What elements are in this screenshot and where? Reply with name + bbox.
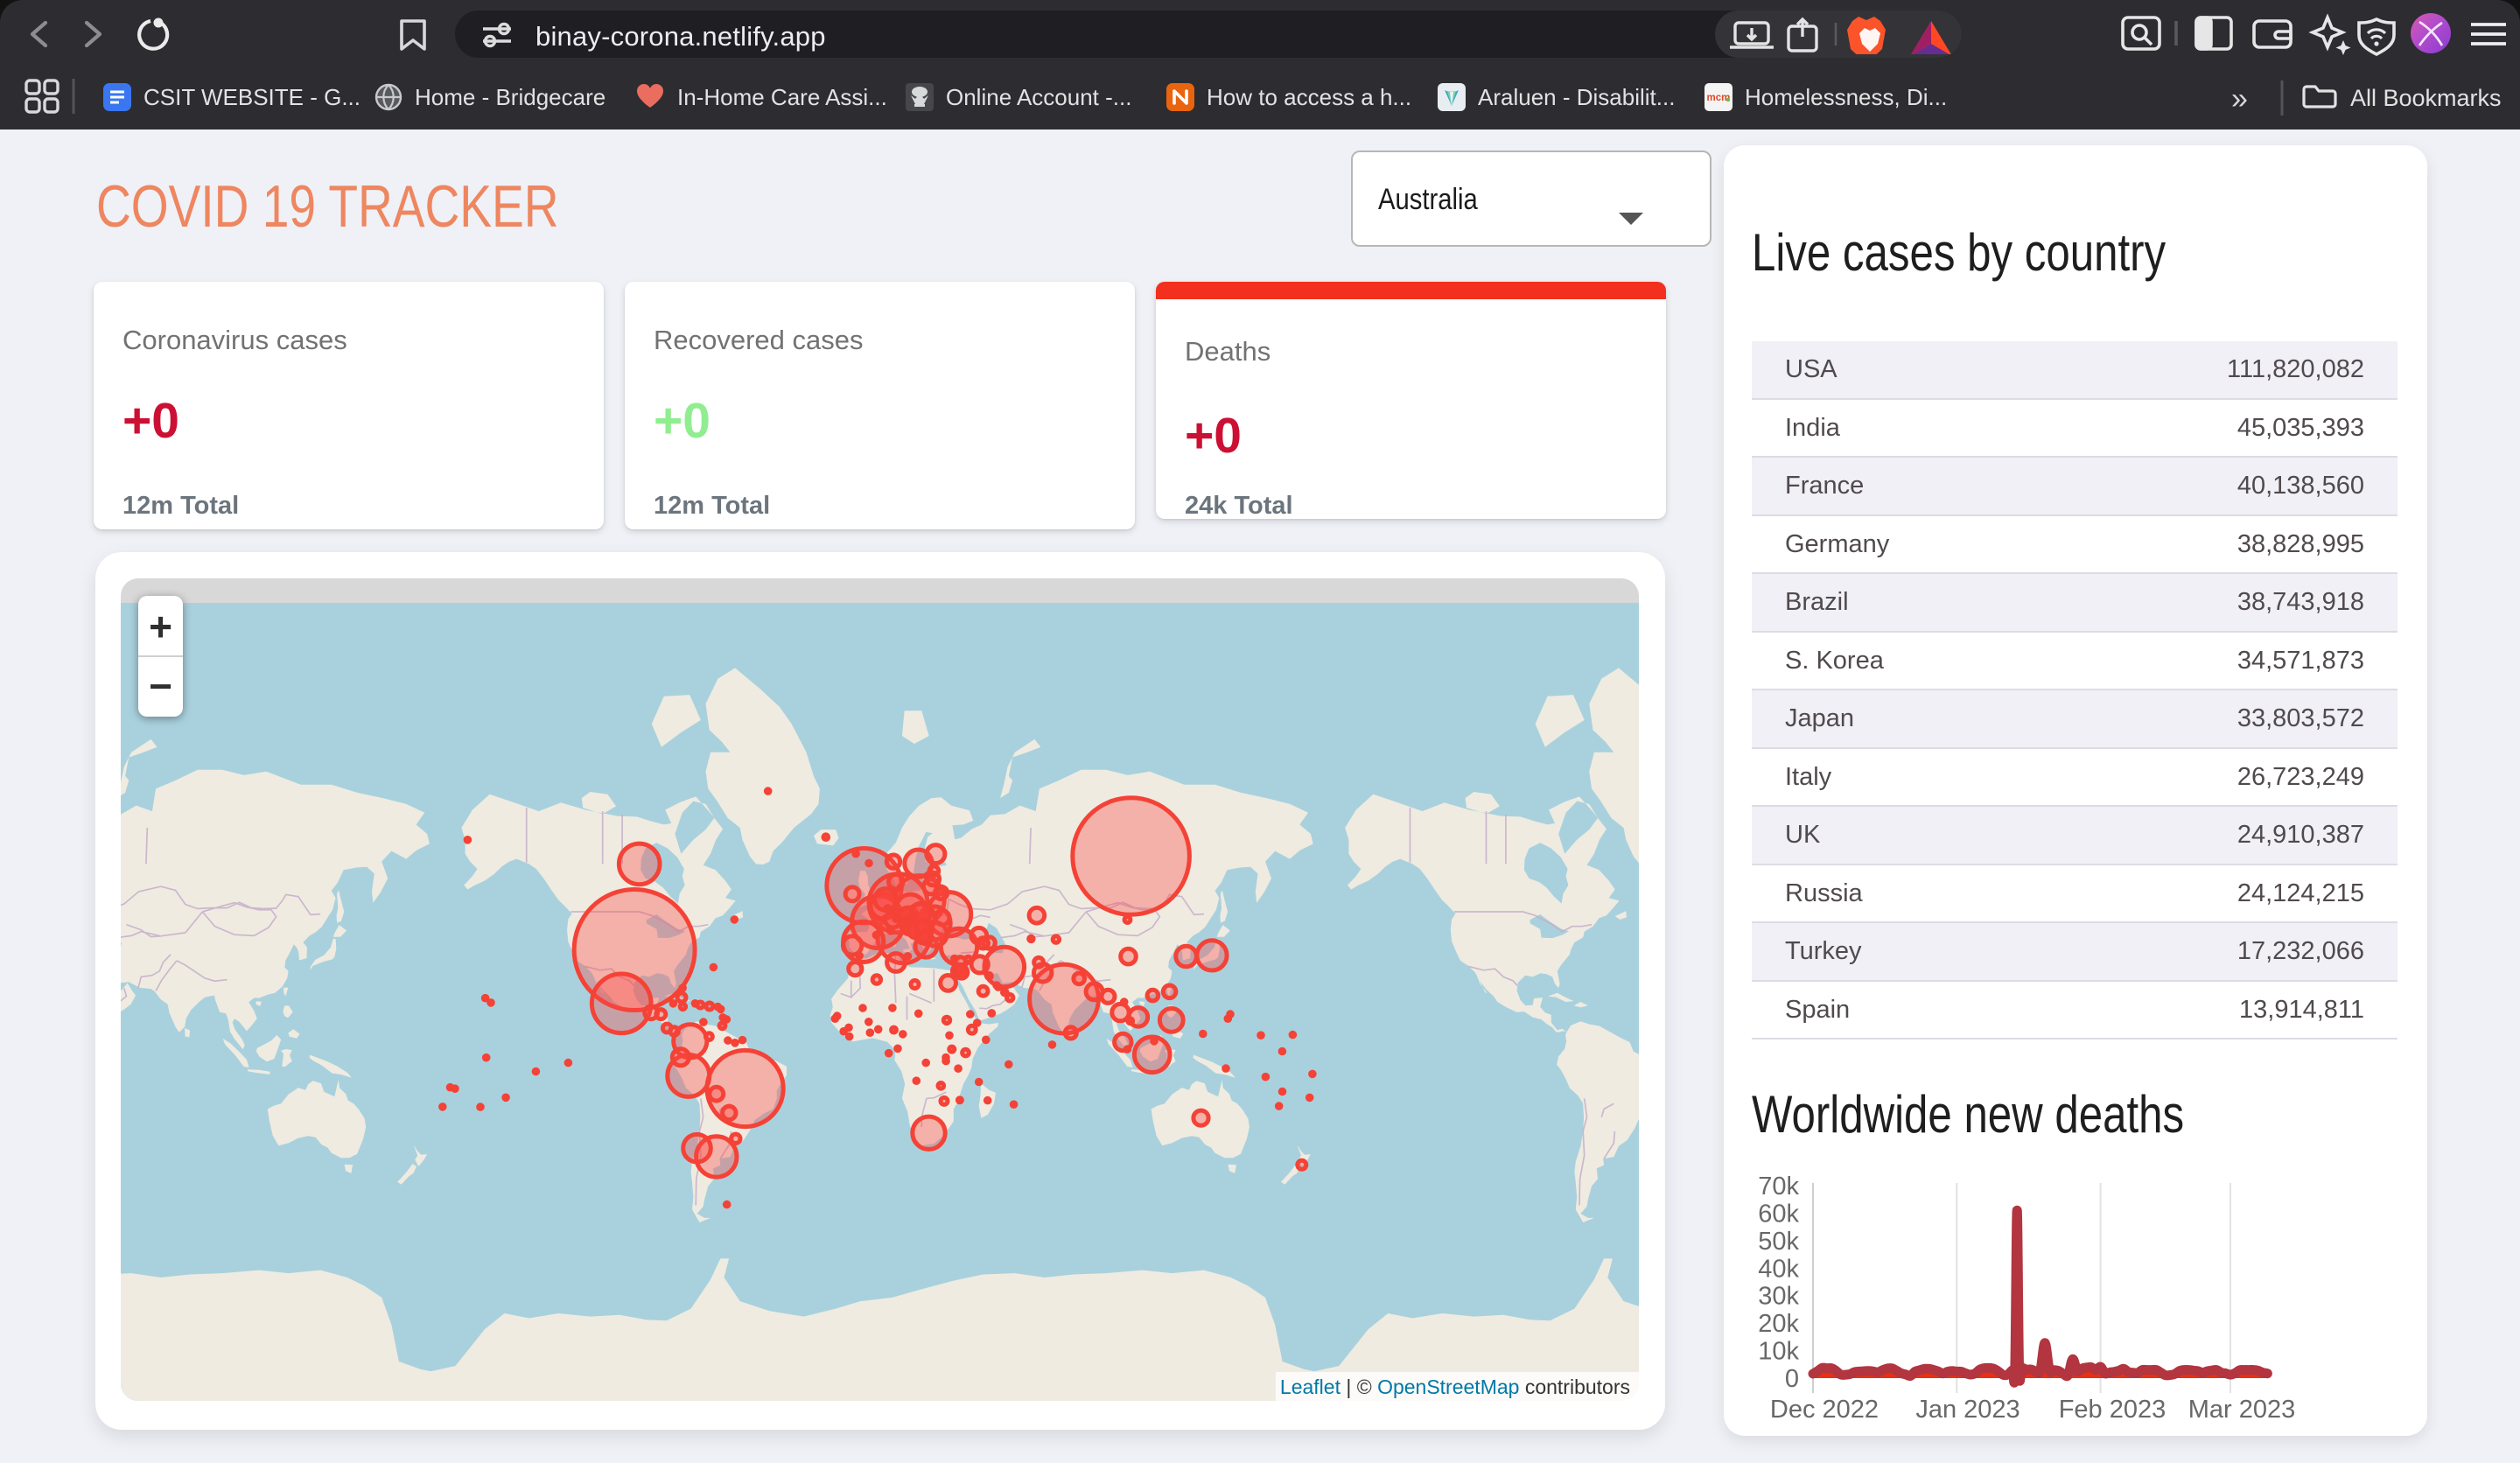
svg-text:Feb 2023: Feb 2023	[2059, 1396, 2166, 1424]
svg-text:10k: 10k	[1758, 1338, 1799, 1366]
svg-text:Mar 2023: Mar 2023	[2188, 1396, 2296, 1424]
svg-text:Jan 2023: Jan 2023	[1915, 1396, 2020, 1424]
svg-text:50k: 50k	[1758, 1228, 1799, 1256]
svg-text:40k: 40k	[1758, 1255, 1799, 1283]
svg-text:70k: 70k	[1758, 1172, 1799, 1200]
svg-text:Dec 2022: Dec 2022	[1770, 1396, 1879, 1424]
svg-text:60k: 60k	[1758, 1200, 1799, 1228]
svg-text:20k: 20k	[1758, 1310, 1799, 1338]
svg-text:0: 0	[1785, 1365, 1799, 1393]
svg-text:mcm: mcm	[1707, 93, 1731, 103]
svg-text:30k: 30k	[1758, 1283, 1799, 1311]
